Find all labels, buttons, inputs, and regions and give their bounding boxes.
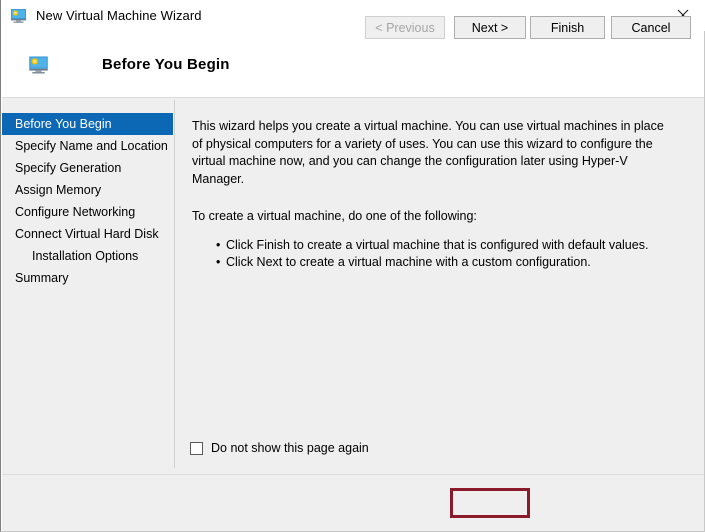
sidebar-item-summary[interactable]: Summary <box>2 267 173 289</box>
checkbox-box-icon[interactable] <box>190 441 203 455</box>
page-header: Before You Begin <box>2 31 704 97</box>
action-lead-text: To create a virtual machine, do one of t… <box>192 209 477 223</box>
wizard-content-panel: This wizard helps you create a virtual m… <box>175 98 704 474</box>
window-title: New Virtual Machine Wizard <box>36 8 202 23</box>
virtual-machine-monitor-icon <box>28 54 49 75</box>
action-bullet-list: Click Finish to create a virtual machine… <box>192 237 682 272</box>
sidebar-item-installation-options[interactable]: Installation Options <box>2 245 173 267</box>
intro-paragraph: This wizard helps you create a virtual m… <box>192 119 664 186</box>
virtual-machine-monitor-icon <box>10 7 27 24</box>
sidebar-item-specify-generation[interactable]: Specify Generation <box>2 157 173 179</box>
sidebar-item-before-you-begin[interactable]: Before You Begin <box>2 113 173 135</box>
sidebar-item-configure-networking[interactable]: Configure Networking <box>2 201 173 223</box>
list-item: Click Next to create a virtual machine w… <box>216 254 682 272</box>
wizard-body: Before You Begin Specify Name and Locati… <box>2 98 704 474</box>
cancel-button[interactable]: Cancel <box>611 16 691 39</box>
sidebar-item-assign-memory[interactable]: Assign Memory <box>2 179 173 201</box>
finish-button[interactable]: Finish <box>530 16 605 39</box>
page-title: Before You Begin <box>102 55 230 73</box>
list-item: Click Finish to create a virtual machine… <box>216 237 682 255</box>
sidebar-item-specify-name-and-location[interactable]: Specify Name and Location <box>2 135 173 157</box>
new-virtual-machine-wizard-window: New Virtual Machine Wizard Before You Be… <box>0 0 705 532</box>
checkbox-label: Do not show this page again <box>211 441 369 455</box>
previous-button: < Previous <box>365 16 445 39</box>
next-button[interactable]: Next > <box>454 16 526 39</box>
wizard-footer <box>2 475 704 531</box>
wizard-step-list: Before You Begin Specify Name and Locati… <box>2 98 173 474</box>
do-not-show-again-checkbox[interactable]: Do not show this page again <box>190 441 369 455</box>
sidebar-item-connect-virtual-hard-disk[interactable]: Connect Virtual Hard Disk <box>2 223 173 245</box>
